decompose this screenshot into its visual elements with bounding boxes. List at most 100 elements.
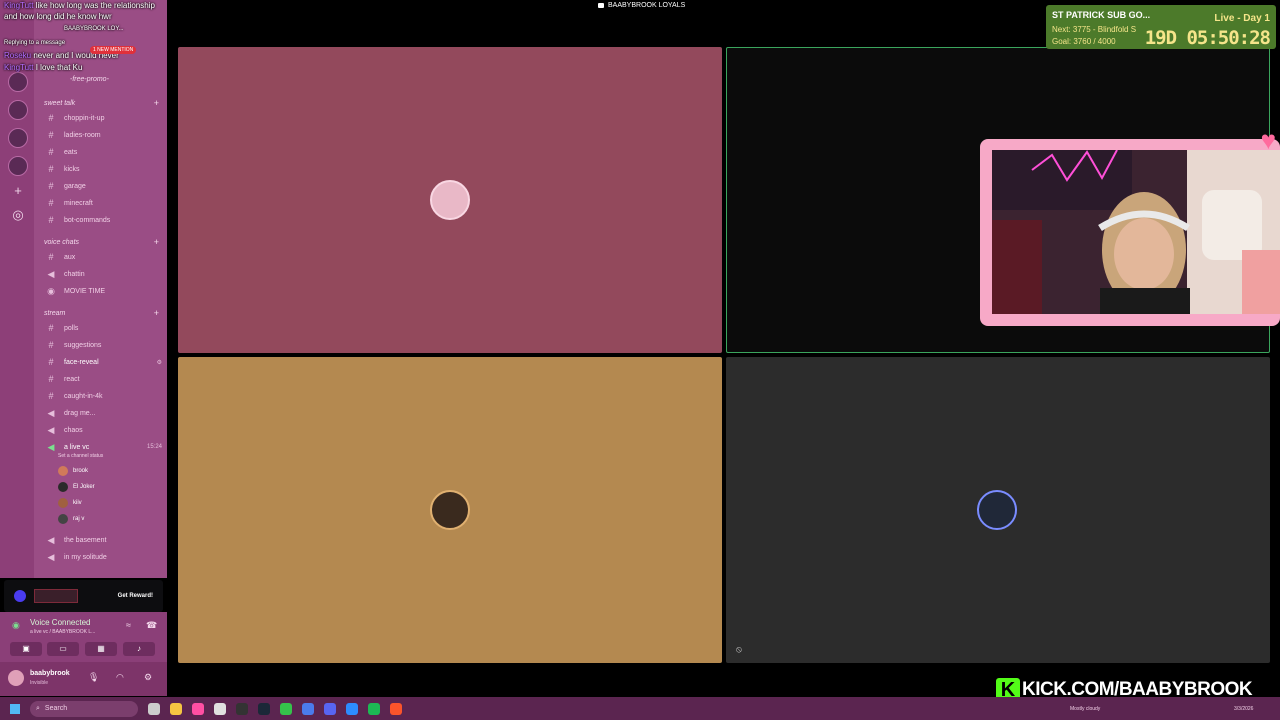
server-rail: + ◎	[0, 0, 34, 578]
add-channel-icon[interactable]: +	[154, 98, 159, 108]
channel-chaos[interactable]: ◀ chaos	[44, 423, 162, 437]
channel-kicks[interactable]: # kicks	[44, 162, 162, 176]
app-icon[interactable]	[280, 702, 292, 715]
discord-icon[interactable]	[324, 702, 336, 715]
add-channel-icon[interactable]: +	[154, 308, 159, 318]
next-goal: Next: 3775 - Blindfold S	[1052, 25, 1137, 34]
channel-drag-me[interactable]: ◀ drag me...	[44, 406, 162, 420]
vc-duration: 15:24	[146, 444, 162, 450]
chat-message: KingTutt I love that Ku	[4, 63, 83, 72]
gear-icon[interactable]: ⚙	[144, 672, 152, 683]
signal-icon: ◉	[12, 620, 20, 630]
hash-icon: #	[48, 198, 54, 208]
get-reward-button[interactable]: Get Reward!	[118, 593, 153, 599]
channel-polls[interactable]: # polls	[44, 321, 162, 335]
speaker-icon: ◀	[47, 407, 55, 418]
channel-face-reveal[interactable]: # face-reveal ⚙	[44, 355, 162, 369]
screen-share-button[interactable]: ▭	[47, 642, 79, 656]
camera-button[interactable]: ▣	[10, 642, 42, 656]
goal-progress: Goal: 3760 / 4000	[1052, 37, 1116, 46]
microphone-icon[interactable]: 🎙	[88, 672, 99, 683]
vc-member[interactable]: El Joker	[58, 482, 95, 492]
avatar	[58, 498, 68, 508]
channel-suggestions[interactable]: # suggestions	[44, 338, 162, 352]
hash-icon: #	[48, 391, 54, 401]
discover-icon[interactable]: ◎	[8, 205, 28, 225]
task-view-icon[interactable]	[148, 702, 160, 715]
channel-a-live-vc[interactable]: ◀ a live vc 15:24	[44, 440, 162, 454]
avatar[interactable]	[8, 670, 24, 686]
settings-gear-icon[interactable]: ⚙	[157, 359, 162, 366]
channel-movie-time[interactable]: ◉ MOVIE TIME	[44, 284, 162, 298]
vc-member[interactable]: kiiv	[58, 498, 82, 508]
server-icon[interactable]	[8, 128, 28, 148]
headphones-icon[interactable]: ◠	[116, 672, 124, 683]
noise-suppression-icon[interactable]: ≈	[126, 620, 131, 630]
file-explorer-icon[interactable]	[170, 702, 182, 715]
channel-ladies-room[interactable]: # ladies-room	[44, 128, 162, 142]
channel-eats[interactable]: # eats	[44, 145, 162, 159]
channel-in-my-solitude[interactable]: ◀ in my solitude	[44, 550, 162, 564]
channel-minecraft[interactable]: # minecraft	[44, 196, 162, 210]
category-voice-chats[interactable]: voice chats	[44, 239, 79, 246]
channel-status-prompt[interactable]: Set a channel status	[58, 453, 103, 459]
server-icon[interactable]	[8, 156, 28, 176]
subathon-widget: ST PATRICK SUB GO... Next: 3775 - Blindf…	[1046, 5, 1276, 49]
activities-button[interactable]: ▦	[85, 642, 117, 656]
app-icon[interactable]	[192, 702, 204, 715]
channel-choppin-it-up[interactable]: # choppin-it-up	[44, 111, 162, 125]
participant-tile[interactable]: ⦸	[726, 357, 1270, 663]
webcam-frame	[980, 139, 1280, 326]
server-icon[interactable]	[8, 72, 28, 92]
webcam-feed	[992, 150, 1280, 314]
channel-chattin[interactable]: ◀ chattin	[44, 267, 162, 281]
tiktok-icon[interactable]	[236, 702, 248, 715]
app-icon[interactable]	[346, 702, 358, 715]
screen-icon	[598, 3, 604, 8]
hash-icon: #	[48, 374, 54, 384]
vc-member[interactable]: raj v	[58, 514, 84, 524]
windows-start-icon[interactable]	[10, 703, 20, 714]
channel-aux[interactable]: # aux	[44, 250, 162, 264]
vc-member[interactable]: brook	[58, 466, 88, 476]
hash-icon: #	[48, 357, 54, 367]
quest-icon	[14, 590, 26, 602]
voice-channel-link[interactable]: a live vc / BAABYBROOK L...	[30, 629, 95, 635]
taskbar-search[interactable]: ⌕ Search	[30, 700, 138, 717]
new-mention-badge[interactable]: 1 NEW MENTION	[90, 46, 137, 54]
obs-icon[interactable]	[214, 702, 226, 715]
stage-title: BAABYBROOK LOYALS	[598, 2, 685, 9]
live-day: Live - Day 1	[1214, 13, 1270, 24]
channel-caught-in-4k[interactable]: # caught-in-4k	[44, 389, 162, 403]
voice-connected-label: Voice Connected	[30, 618, 91, 627]
hash-icon: #	[48, 215, 54, 225]
steam-icon[interactable]	[258, 702, 270, 715]
disconnect-icon[interactable]: ☎	[146, 620, 157, 631]
speaker-icon: ◀	[47, 268, 55, 279]
username[interactable]: baabybrook	[30, 670, 70, 677]
user-bar: baabybrook Invisible 🎙 ◠ ⚙	[0, 662, 167, 696]
channel-bot-commands[interactable]: # bot-commands	[44, 213, 162, 227]
hash-icon: #	[48, 252, 54, 262]
add-channel-icon[interactable]: +	[154, 237, 159, 247]
app-icon[interactable]	[302, 702, 314, 715]
channel-the-basement[interactable]: ◀ the basement	[44, 533, 162, 547]
channel-garage[interactable]: # garage	[44, 179, 162, 193]
participant-tile[interactable]	[178, 357, 722, 663]
spotify-icon[interactable]	[368, 702, 380, 715]
avatar	[58, 482, 68, 492]
add-server-icon[interactable]: +	[8, 181, 28, 201]
weather-text[interactable]: Mostly cloudy	[1070, 706, 1100, 712]
speaker-icon: ◀	[47, 551, 55, 562]
channel-react[interactable]: # react	[44, 372, 162, 386]
hash-icon: #	[48, 147, 54, 157]
soundboard-button[interactable]: ♪	[123, 642, 155, 656]
category-sweet-talk[interactable]: sweet talk	[44, 100, 75, 107]
free-promo-channel[interactable]: -free-promo-	[70, 76, 109, 83]
category-stream[interactable]: stream	[44, 310, 65, 317]
clock-date[interactable]: 3/3/2026	[1234, 706, 1253, 712]
server-icon[interactable]	[8, 100, 28, 120]
hash-icon: #	[48, 323, 54, 333]
participant-tile[interactable]	[178, 47, 722, 353]
brave-icon[interactable]	[390, 702, 402, 715]
